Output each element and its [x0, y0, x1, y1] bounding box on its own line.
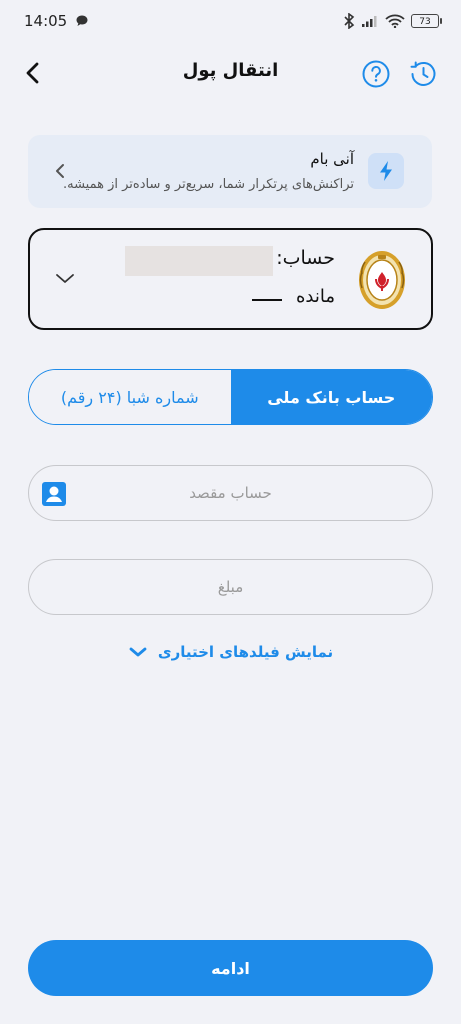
optional-fields-label: نمایش فیلدهای اختیاری: [157, 643, 334, 661]
amount-field: [28, 559, 433, 615]
account-number-masked: [125, 246, 273, 276]
status-time: 14:05: [24, 12, 68, 30]
bank-melli-logo-icon: [359, 251, 405, 309]
status-bar: 14:05 73: [0, 0, 461, 42]
continue-button[interactable]: ادامه: [28, 940, 433, 996]
header: انتقال پول: [0, 48, 461, 98]
destination-account-input[interactable]: [29, 466, 432, 520]
chevron-down-icon: [56, 274, 74, 283]
instant-bam-card[interactable]: آنی بام تراکنش‌های پرتکرار شما، سریع‌تر …: [28, 135, 432, 208]
contacts-icon[interactable]: [41, 481, 67, 507]
chevron-down-icon: [129, 647, 147, 657]
tab-bank-account[interactable]: حساب بانک ملی: [230, 370, 432, 424]
source-account-selector[interactable]: حساب: مانده: [28, 228, 433, 330]
battery-indicator: 73: [411, 14, 442, 28]
promo-title: آنی بام: [310, 150, 354, 168]
balance-label: مانده: [295, 286, 335, 307]
destination-account-field: [28, 465, 433, 521]
bluetooth-icon: [344, 13, 355, 29]
tab-sheba[interactable]: شماره شبا (۲۴ رقم): [29, 370, 231, 424]
history-icon[interactable]: [407, 59, 439, 89]
wifi-icon: [385, 14, 405, 28]
help-icon[interactable]: [361, 59, 391, 89]
lightning-icon: [368, 153, 404, 189]
signal-icon: [362, 16, 377, 27]
balance-value-placeholder: [252, 299, 282, 301]
optional-fields-toggle[interactable]: نمایش فیلدهای اختیاری: [0, 643, 461, 661]
amount-input[interactable]: [29, 560, 432, 614]
promo-subtitle: تراکنش‌های پرتکرار شما، سریع‌تر و ساده‌ت…: [62, 177, 354, 192]
message-notification-icon: [76, 15, 88, 26]
transfer-type-tabs: شماره شبا (۲۴ رقم) حساب بانک ملی: [28, 369, 433, 425]
page-title: انتقال پول: [182, 60, 279, 81]
account-label: حساب:: [276, 247, 335, 269]
